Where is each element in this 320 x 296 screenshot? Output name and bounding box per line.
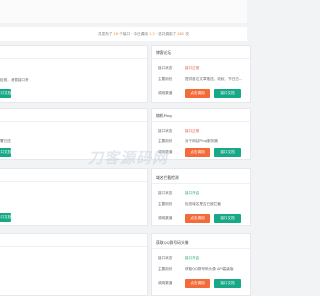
status-label: 接口状态 bbox=[158, 256, 173, 260]
status-value: 接口正常 bbox=[185, 66, 200, 70]
call-api-button[interactable]: 点击调用 bbox=[185, 89, 210, 98]
card-divider bbox=[0, 246, 147, 247]
use-value: 获取QQ群号码头像 API高级版 bbox=[185, 267, 234, 271]
call-api-button[interactable]: 点击调用 bbox=[185, 279, 210, 288]
api-doc-button[interactable]: 接口文档 bbox=[0, 89, 11, 98]
card-title: 博客论坛 bbox=[156, 50, 172, 55]
api-card-left-1: 检测，消费接口来 接口文档 bbox=[0, 45, 148, 103]
api-doc-button[interactable]: 接口文档 bbox=[214, 148, 241, 157]
status-value: 接口正常 bbox=[185, 129, 200, 133]
status-label: 接口状态 bbox=[158, 66, 173, 70]
use-label: 主要用处 bbox=[158, 267, 173, 271]
top-navigation-bar bbox=[0, 0, 247, 23]
status-value: 接口开启 bbox=[185, 191, 200, 195]
call-api-button[interactable]: 点击调用 bbox=[185, 148, 210, 157]
card-divider bbox=[152, 248, 250, 249]
use-label: 主要用处 bbox=[158, 202, 173, 206]
card-title: 获取QQ群号码头像 bbox=[156, 240, 189, 245]
api-doc-button[interactable]: 接口文档 bbox=[214, 279, 241, 288]
api-doc-button[interactable]: 接口文档 bbox=[214, 214, 241, 223]
status-label: 接口状态 bbox=[158, 129, 173, 133]
card-title: 随机Ping bbox=[156, 113, 172, 118]
api-card-left-4 bbox=[0, 233, 148, 296]
summary-bar: 共发布了 16 个接口 · 今日调用 1.2 · 总共调用了 462 次 bbox=[0, 27, 247, 41]
card-divider bbox=[152, 183, 250, 184]
api-doc-button[interactable]: 接口文档 bbox=[214, 89, 241, 98]
use-value: 提供各位文章推送、收权、节日日... bbox=[185, 77, 243, 81]
site-watermark: 刀客源码网 bbox=[88, 149, 169, 167]
use-value: 检查域名是否已被拦截 bbox=[185, 202, 221, 206]
card-title: 域名拦截检测 bbox=[156, 175, 179, 180]
api-card-left-3: 接口文档 bbox=[0, 168, 148, 226]
api-card-qq-group-avatar: 获取QQ群号码头像 接口状态 接口开启 主要用处 获取QQ群号码头像 API高级… bbox=[151, 233, 251, 296]
card-divider bbox=[152, 58, 250, 59]
card-divider bbox=[0, 121, 147, 122]
call-channel-label: 调用渠道 bbox=[158, 91, 173, 95]
api-card-domain-block-check: 域名拦截检测 接口状态 接口开启 主要用处 检查域名是否已被拦截 调用渠道 点击… bbox=[151, 168, 251, 226]
card-divider bbox=[0, 181, 147, 182]
call-api-button[interactable]: 点击调用 bbox=[185, 214, 210, 223]
use-label: 主要用处 bbox=[158, 77, 173, 81]
card-divider bbox=[152, 121, 250, 122]
card-divider bbox=[0, 58, 147, 59]
summary-text: 共发布了 16 个接口 · 今日调用 1.2 · 总共调用了 462 次 bbox=[98, 32, 189, 36]
use-value: 对于网站Ping服务器 bbox=[185, 139, 218, 143]
use-label: 主要用处 bbox=[158, 139, 173, 143]
api-doc-button[interactable]: 接口文档 bbox=[0, 148, 11, 157]
status-value: 接口开启 bbox=[185, 256, 200, 260]
status-label: 接口状态 bbox=[158, 191, 173, 195]
card-use-text: 署已送 bbox=[0, 139, 11, 143]
api-card-blog-forum: 博客论坛 接口状态 接口正常 主要用处 提供各位文章推送、收权、节日日... 调… bbox=[151, 45, 251, 103]
card-use-text: 检测，消费接口来 bbox=[0, 78, 29, 82]
api-doc-button[interactable]: 接口文档 bbox=[0, 213, 11, 222]
call-channel-label: 调用渠道 bbox=[158, 281, 173, 285]
call-channel-label: 调用渠道 bbox=[158, 216, 173, 220]
